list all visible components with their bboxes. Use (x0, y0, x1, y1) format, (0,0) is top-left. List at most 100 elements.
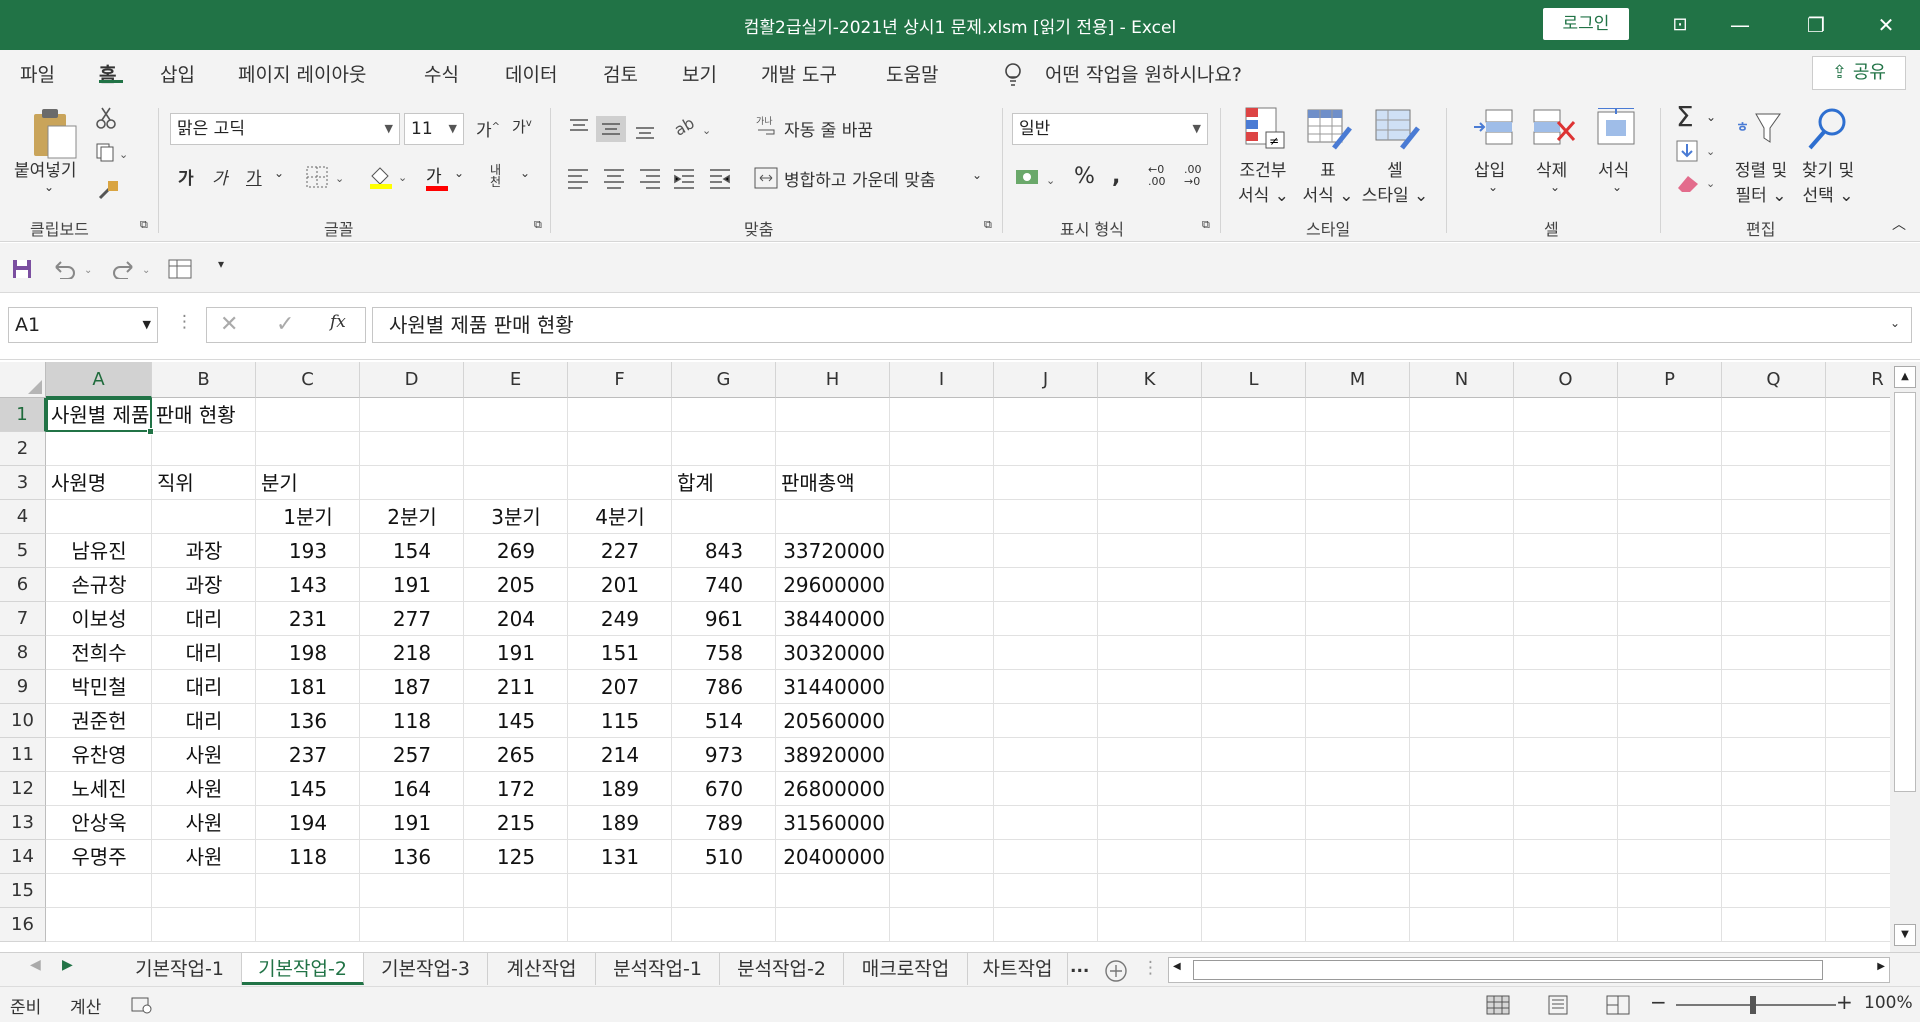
tab-file[interactable]: 파일 (20, 60, 55, 87)
cell[interactable] (1202, 874, 1306, 908)
cell[interactable] (890, 738, 994, 772)
table-cell[interactable]: 205 (464, 568, 568, 602)
table-cell[interactable]: 사원 (152, 772, 256, 806)
cell[interactable] (1826, 738, 1890, 772)
orientation-icon[interactable]: ab ⌄ (674, 112, 714, 140)
table-cell[interactable]: 38920000 (776, 738, 890, 772)
cell[interactable] (994, 500, 1098, 534)
shrink-font-button[interactable]: 가v (512, 116, 532, 137)
cell[interactable] (1202, 908, 1306, 942)
row-header-8[interactable]: 8 (0, 636, 46, 670)
table-cell[interactable]: 남유진 (46, 534, 152, 568)
table-cell[interactable]: 전희수 (46, 636, 152, 670)
table-cell[interactable]: 257 (360, 738, 464, 772)
table-cell[interactable]: 145 (464, 704, 568, 738)
row-header-1[interactable]: 1 (0, 398, 46, 432)
cell[interactable] (1826, 806, 1890, 840)
scroll-thumb[interactable] (1894, 392, 1916, 792)
column-header-j[interactable]: J (994, 362, 1098, 398)
tab-page-layout[interactable]: 페이지 레이아웃 (238, 60, 366, 87)
cell[interactable] (1202, 704, 1306, 738)
cell[interactable] (1410, 636, 1514, 670)
cell[interactable] (1618, 568, 1722, 602)
table-cell[interactable]: 손규창 (46, 568, 152, 602)
sheet-tab-3[interactable]: 기본작업-3 (364, 953, 488, 985)
table-cell[interactable]: 670 (672, 772, 776, 806)
cell[interactable] (1722, 738, 1826, 772)
table-cell[interactable]: 유찬영 (46, 738, 152, 772)
row-header-10[interactable]: 10 (0, 704, 46, 738)
cell[interactable] (464, 398, 568, 432)
cell[interactable] (464, 874, 568, 908)
redo-icon[interactable]: ⌄ (110, 259, 152, 279)
cell[interactable] (1514, 602, 1618, 636)
zoom-level[interactable]: 100% (1864, 993, 1913, 1013)
cell[interactable] (1410, 772, 1514, 806)
table-cell[interactable]: 204 (464, 602, 568, 636)
header-sales[interactable]: 판매총액 (776, 466, 890, 500)
cell[interactable] (1410, 500, 1514, 534)
cell[interactable] (1098, 466, 1202, 500)
cell[interactable] (360, 398, 464, 432)
cell[interactable] (1618, 670, 1722, 704)
header-q4[interactable]: 4분기 (568, 500, 672, 534)
column-header-n[interactable]: N (1410, 362, 1514, 398)
row-header-16[interactable]: 16 (0, 908, 46, 942)
cell[interactable] (256, 398, 360, 432)
share-button[interactable]: ⇪ 공유 (1812, 56, 1906, 90)
h-scroll-thumb[interactable] (1193, 960, 1823, 980)
cell[interactable] (1306, 738, 1410, 772)
tab-help[interactable]: 도움말 (886, 60, 938, 87)
cell[interactable] (1722, 466, 1826, 500)
cell[interactable] (1722, 398, 1826, 432)
paste-icon[interactable] (28, 106, 78, 160)
cell[interactable] (672, 500, 776, 534)
header-quarter[interactable]: 분기 (256, 466, 360, 500)
row-header-6[interactable]: 6 (0, 568, 46, 602)
clear-icon[interactable]: ⌄ (1676, 172, 1722, 194)
table-cell[interactable]: 218 (360, 636, 464, 670)
table-cell[interactable]: 961 (672, 602, 776, 636)
cell[interactable] (776, 500, 890, 534)
row-header-3[interactable]: 3 (0, 466, 46, 500)
cell[interactable] (256, 908, 360, 942)
table-cell[interactable]: 193 (256, 534, 360, 568)
cell[interactable] (994, 636, 1098, 670)
page-break-view-icon[interactable] (1606, 995, 1630, 1015)
cell[interactable] (994, 704, 1098, 738)
cell[interactable] (1618, 908, 1722, 942)
merge-center-icon[interactable] (754, 166, 780, 190)
cell[interactable] (994, 602, 1098, 636)
row-header-13[interactable]: 13 (0, 806, 46, 840)
cell[interactable] (1722, 602, 1826, 636)
scroll-up-icon[interactable]: ▲ (1894, 366, 1916, 388)
sheet-tab-5[interactable]: 분석작업-1 (596, 953, 720, 985)
cell[interactable] (890, 568, 994, 602)
tab-data[interactable]: 데이터 (505, 60, 557, 87)
cell[interactable] (1098, 874, 1202, 908)
cell[interactable] (1410, 908, 1514, 942)
header-q3[interactable]: 3분기 (464, 500, 568, 534)
cell[interactable] (994, 432, 1098, 466)
cell[interactable] (1202, 534, 1306, 568)
cell[interactable] (1618, 772, 1722, 806)
cell[interactable] (1722, 908, 1826, 942)
row-header-11[interactable]: 11 (0, 738, 46, 772)
cell[interactable] (1306, 908, 1410, 942)
table-cell[interactable]: 214 (568, 738, 672, 772)
collapse-ribbon-icon[interactable]: ︿ (1892, 214, 1906, 234)
cell[interactable] (1514, 534, 1618, 568)
table-cell[interactable]: 33720000 (776, 534, 890, 568)
number-format-select[interactable]: 일반 ▼ (1012, 113, 1208, 145)
cell[interactable] (46, 874, 152, 908)
cell[interactable] (672, 908, 776, 942)
status-calc[interactable]: 계산 (70, 993, 101, 1018)
wrap-text-button[interactable]: 자동 줄 바꿈 (784, 116, 873, 141)
cell[interactable] (1618, 602, 1722, 636)
cell[interactable] (1514, 636, 1618, 670)
paste-label[interactable]: 붙여넣기 (14, 156, 77, 181)
scroll-left-icon[interactable]: ◀ (1173, 961, 1181, 972)
row-header-14[interactable]: 14 (0, 840, 46, 874)
cell[interactable] (1618, 840, 1722, 874)
table-cell[interactable]: 740 (672, 568, 776, 602)
